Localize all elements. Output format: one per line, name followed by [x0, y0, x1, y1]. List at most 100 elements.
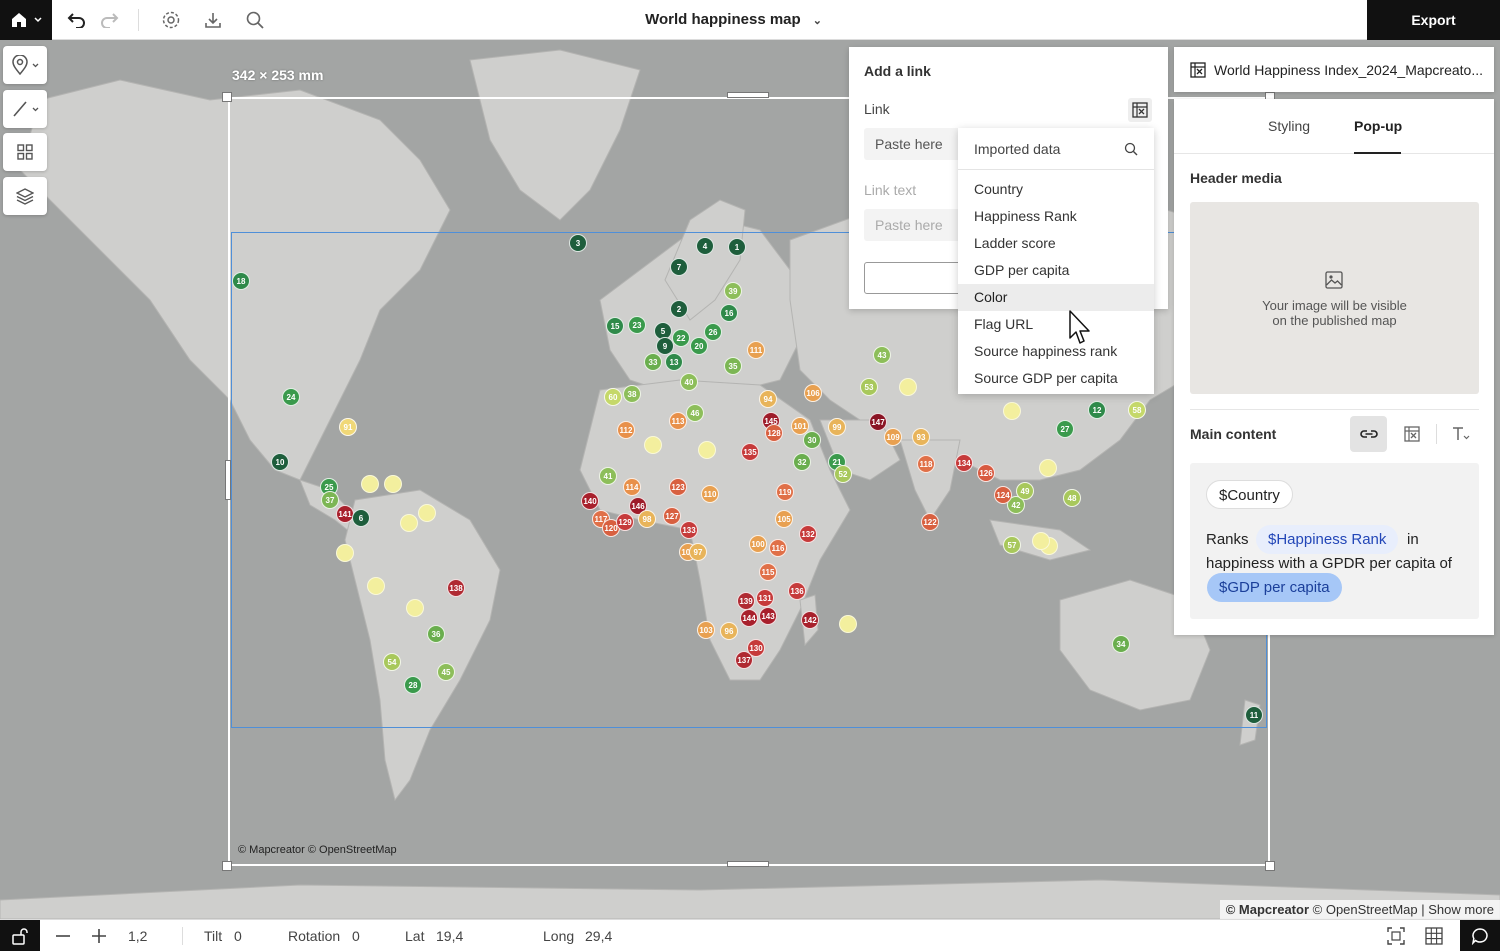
mapcreator-credit[interactable]: © Mapcreator [1226, 902, 1309, 917]
country-marker[interactable]: 131 [756, 589, 774, 607]
country-marker[interactable]: 91 [339, 418, 357, 436]
frame-resize-handle[interactable] [222, 92, 232, 102]
country-marker[interactable]: 97 [689, 543, 707, 561]
country-marker[interactable]: 41 [599, 467, 617, 485]
country-marker[interactable]: 15 [606, 317, 624, 335]
country-marker[interactable]: 43 [873, 346, 891, 364]
country-marker[interactable]: 16 [720, 304, 738, 322]
data-field-option[interactable]: Ladder score [958, 230, 1154, 257]
country-marker[interactable] [400, 514, 418, 532]
country-marker[interactable]: 18 [232, 272, 250, 290]
tab-popup[interactable]: Pop-up [1354, 118, 1402, 134]
country-marker[interactable]: 37 [321, 491, 339, 509]
insert-data-field-button[interactable] [1128, 98, 1152, 122]
country-marker[interactable]: 111 [747, 341, 765, 359]
country-marker[interactable]: 1 [728, 238, 746, 256]
latitude-value[interactable]: 19,4 [436, 928, 463, 944]
country-marker[interactable] [406, 599, 424, 617]
country-marker[interactable]: 116 [769, 539, 787, 557]
text-format-button[interactable] [1448, 416, 1474, 452]
country-marker[interactable] [384, 475, 402, 493]
pin-tool-button[interactable] [3, 46, 47, 84]
show-more-link[interactable]: Show more [1428, 902, 1494, 917]
country-marker[interactable]: 40 [680, 373, 698, 391]
country-marker[interactable]: 35 [724, 357, 742, 375]
country-marker[interactable] [698, 441, 716, 459]
country-marker[interactable]: 39 [724, 282, 742, 300]
country-marker[interactable]: 36 [427, 625, 445, 643]
country-marker[interactable]: 22 [672, 329, 690, 347]
elements-tool-button[interactable] [3, 133, 47, 171]
country-marker[interactable]: 126 [977, 464, 995, 482]
data-file-bar[interactable]: World Happiness Index_2024_Mapcreato... [1174, 47, 1494, 92]
frame-resize-handle[interactable] [222, 861, 232, 871]
country-marker[interactable]: 57 [1003, 536, 1021, 554]
data-field-option[interactable]: Source GDP per capita [958, 365, 1154, 392]
rotation-value[interactable]: 0 [352, 928, 360, 944]
country-marker[interactable]: 10 [271, 453, 289, 471]
country-marker[interactable]: 93 [912, 428, 930, 446]
country-marker[interactable]: 127 [663, 507, 681, 525]
country-marker[interactable]: 144 [740, 609, 758, 627]
country-marker[interactable]: 13 [665, 353, 683, 371]
country-marker[interactable]: 49 [1016, 482, 1034, 500]
country-marker[interactable]: 11 [1245, 706, 1263, 724]
country-marker[interactable]: 147 [869, 413, 887, 431]
country-marker[interactable]: 96 [720, 622, 738, 640]
country-marker[interactable]: 46 [686, 404, 704, 422]
tilt-value[interactable]: 0 [234, 928, 242, 944]
country-marker[interactable]: 133 [680, 521, 698, 539]
country-marker[interactable]: 142 [801, 611, 819, 629]
country-marker[interactable]: 48 [1063, 489, 1081, 507]
country-marker[interactable]: 110 [701, 485, 719, 503]
happiness-rank-token[interactable]: $Happiness Rank [1256, 525, 1398, 554]
country-marker[interactable]: 27 [1056, 420, 1074, 438]
country-marker[interactable] [367, 577, 385, 595]
country-marker[interactable]: 124 [994, 486, 1012, 504]
country-marker[interactable] [418, 504, 436, 522]
country-marker[interactable]: 138 [447, 579, 465, 597]
tab-styling[interactable]: Styling [1268, 118, 1310, 134]
frame-resize-handle[interactable] [727, 861, 769, 867]
country-marker[interactable]: 103 [697, 621, 715, 639]
country-marker[interactable]: 122 [921, 513, 939, 531]
country-marker[interactable]: 129 [616, 513, 634, 531]
country-marker[interactable]: 134 [955, 454, 973, 472]
frame-resize-handle[interactable] [1265, 861, 1275, 871]
country-marker[interactable]: 30 [803, 431, 821, 449]
header-media-dropzone[interactable]: Your image will be visible on the publis… [1190, 202, 1479, 394]
country-marker[interactable]: 118 [917, 455, 935, 473]
insert-link-button[interactable] [1350, 416, 1387, 452]
country-marker[interactable]: 12 [1088, 401, 1106, 419]
country-marker[interactable]: 60 [604, 388, 622, 406]
country-marker[interactable]: 58 [1128, 401, 1146, 419]
country-marker[interactable]: 52 [834, 465, 852, 483]
country-marker[interactable]: 24 [282, 388, 300, 406]
fit-frame-button[interactable] [1387, 927, 1405, 945]
country-marker[interactable]: 3 [569, 234, 587, 252]
zoom-level-value[interactable]: 1,2 [128, 928, 147, 944]
country-marker[interactable] [1039, 459, 1057, 477]
country-marker[interactable]: 53 [860, 378, 878, 396]
country-marker[interactable]: 109 [884, 428, 902, 446]
export-button[interactable]: Export [1367, 0, 1500, 40]
country-marker[interactable]: 2 [670, 300, 688, 318]
data-field-option[interactable]: Country [958, 176, 1154, 203]
country-marker[interactable] [1003, 402, 1021, 420]
country-marker[interactable]: 6 [352, 509, 370, 527]
country-marker[interactable] [839, 615, 857, 633]
country-marker[interactable] [644, 436, 662, 454]
country-marker[interactable]: 34 [1112, 635, 1130, 653]
country-marker[interactable]: 143 [759, 607, 777, 625]
country-marker[interactable]: 115 [759, 563, 777, 581]
country-marker[interactable]: 100 [749, 535, 767, 553]
country-marker[interactable]: 26 [704, 323, 722, 341]
country-marker[interactable]: 114 [623, 478, 641, 496]
country-marker[interactable]: 136 [788, 582, 806, 600]
country-marker[interactable]: 54 [383, 653, 401, 671]
country-marker[interactable]: 94 [759, 390, 777, 408]
frame-resize-handle[interactable] [727, 92, 769, 98]
document-title-dropdown[interactable]: World happiness map⌄ [0, 11, 1467, 28]
country-marker[interactable]: 132 [799, 525, 817, 543]
country-marker[interactable]: 38 [623, 385, 641, 403]
